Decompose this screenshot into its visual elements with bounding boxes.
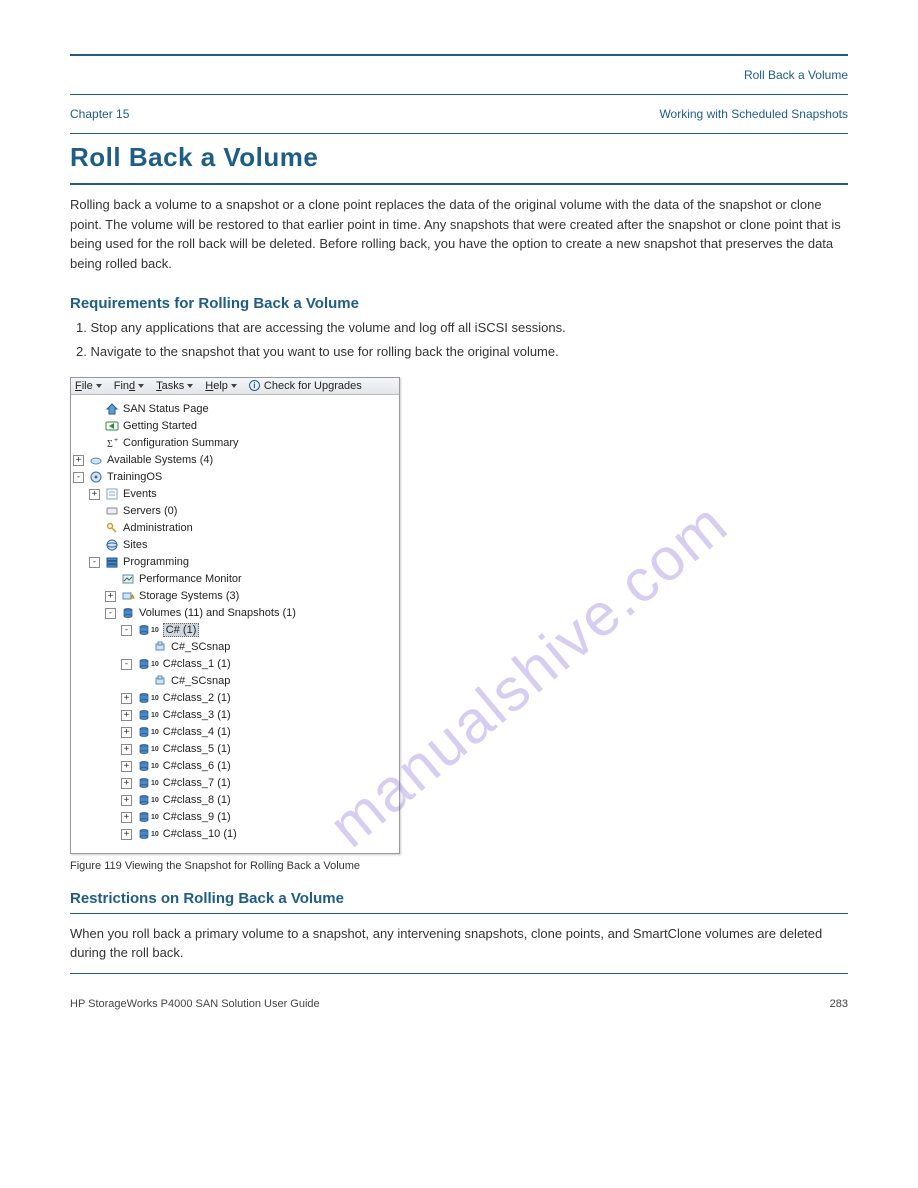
tree-vol-cc3[interactable]: C#class_3 (1): [163, 709, 231, 721]
tree-vol-cc1[interactable]: C#class_1 (1): [163, 658, 231, 670]
volume-icon: [137, 691, 151, 705]
rule-thin-1: [70, 94, 848, 95]
volume-icon: [137, 623, 151, 637]
rule-title: [70, 183, 848, 185]
expand-toggle[interactable]: +: [89, 489, 100, 500]
requirements-heading: Requirements for Rolling Back a Volume: [70, 295, 848, 312]
restrictions-body: When you roll back a primary volume to a…: [70, 924, 848, 963]
restrictions-heading: Restrictions on Rolling Back a Volume: [70, 890, 848, 907]
volume-icon: [121, 606, 135, 620]
expand-toggle[interactable]: +: [121, 812, 132, 823]
tree-programming[interactable]: Programming: [123, 556, 189, 568]
intro-paragraph: Rolling back a volume to a snapshot or a…: [70, 195, 848, 273]
svg-text:+: +: [114, 437, 118, 444]
tree-available-systems[interactable]: Available Systems (4): [107, 454, 213, 466]
expand-toggle[interactable]: +: [121, 761, 132, 772]
chapter-title: Working with Scheduled Snapshots: [659, 107, 848, 121]
tree-storage-systems[interactable]: Storage Systems (3): [139, 590, 239, 602]
storage-warning-icon: [121, 589, 135, 603]
menu-file[interactable]: FFileile: [75, 380, 102, 392]
expand-toggle[interactable]: +: [105, 591, 116, 602]
tree-vol-cc2[interactable]: C#class_2 (1): [163, 692, 231, 704]
tree-vol-cc7[interactable]: C#class_7 (1): [163, 777, 231, 789]
tree-snap-1[interactable]: C#_SCsnap: [171, 641, 230, 653]
volume-icon: [137, 793, 151, 807]
expand-toggle[interactable]: +: [121, 829, 132, 840]
sigma-icon: Σ+: [105, 436, 119, 450]
chapter-number: Chapter 15: [70, 107, 129, 121]
tree-servers[interactable]: Servers (0): [123, 505, 177, 517]
tree-vol-cc9[interactable]: C#class_9 (1): [163, 811, 231, 823]
rule-footer: [70, 973, 848, 974]
chart-icon: [121, 572, 135, 586]
page-container: Roll Back a Volume Chapter 15 Working wi…: [0, 0, 918, 1058]
running-head: Roll Back a Volume: [70, 62, 848, 88]
home-icon: [105, 402, 119, 416]
tree-vol-cc6[interactable]: C#class_6 (1): [163, 760, 231, 772]
menu-help[interactable]: Help: [205, 380, 237, 392]
volume-icon: [137, 657, 151, 671]
volume-icon: [137, 708, 151, 722]
expand-toggle[interactable]: -: [73, 472, 84, 483]
expand-toggle[interactable]: +: [121, 727, 132, 738]
stack-icon: [105, 555, 119, 569]
page-title: Roll Back a Volume: [70, 142, 848, 173]
menubar: FFileile Find Tasks Help iCheck for Upgr…: [71, 378, 399, 395]
tree-vol-cc5[interactable]: C#class_5 (1): [163, 743, 231, 755]
volume-icon: [137, 742, 151, 756]
globe-icon: [105, 538, 119, 552]
menu-check-upgrades[interactable]: iCheck for Upgrades: [249, 380, 362, 392]
tree-vol-cc8[interactable]: C#class_8 (1): [163, 794, 231, 806]
rule-lower: [70, 913, 848, 914]
volume-icon: [137, 810, 151, 824]
expand-toggle[interactable]: +: [121, 795, 132, 806]
menu-tasks[interactable]: Tasks: [156, 380, 193, 392]
tree-config-summary[interactable]: Configuration Summary: [123, 437, 239, 449]
servers-icon: [105, 504, 119, 518]
tree-san-status[interactable]: SAN Status Page: [123, 403, 209, 415]
tree-snap-2[interactable]: C#_SCsnap: [171, 675, 230, 687]
volume-icon: [137, 827, 151, 841]
tree-getting-started[interactable]: Getting Started: [123, 420, 197, 432]
tree-perf-monitor[interactable]: Performance Monitor: [139, 573, 242, 585]
expand-toggle[interactable]: -: [121, 625, 132, 636]
expand-toggle[interactable]: +: [121, 778, 132, 789]
tree-vol-cc4[interactable]: C#class_4 (1): [163, 726, 231, 738]
arrow-icon: [105, 419, 119, 433]
tree-vol-cc10[interactable]: C#class_10 (1): [163, 828, 237, 840]
tree-events[interactable]: Events: [123, 488, 157, 500]
snapshot-icon: [153, 640, 167, 654]
volume-icon: [137, 759, 151, 773]
events-icon: [105, 487, 119, 501]
network-icon: [89, 470, 103, 484]
expand-toggle[interactable]: +: [121, 693, 132, 704]
footer-doc-title: HP StorageWorks P4000 SAN Solution User …: [70, 998, 320, 1010]
expand-toggle[interactable]: +: [73, 455, 84, 466]
tree-trainingos[interactable]: TrainingOS: [107, 471, 162, 483]
rule-top: [70, 54, 848, 56]
step-1: 1. Stop any applications that are access…: [96, 318, 848, 339]
tree-volumes[interactable]: Volumes (11) and Snapshots (1): [139, 607, 296, 619]
svg-text:Σ: Σ: [107, 439, 113, 450]
figure-caption: Figure 119 Viewing the Snapshot for Roll…: [70, 860, 848, 872]
tree-vol-csharp[interactable]: C# (1): [163, 623, 200, 637]
expand-toggle[interactable]: -: [89, 557, 100, 568]
step-2: 2. Navigate to the snapshot that you wan…: [96, 342, 848, 363]
snapshot-icon: [153, 674, 167, 688]
app-panel: FFileile Find Tasks Help iCheck for Upgr…: [70, 377, 400, 854]
expand-toggle[interactable]: -: [121, 659, 132, 670]
key-icon: [105, 521, 119, 535]
expand-toggle[interactable]: +: [121, 744, 132, 755]
expand-toggle[interactable]: -: [105, 608, 116, 619]
volume-icon: [137, 776, 151, 790]
expand-toggle[interactable]: +: [121, 710, 132, 721]
nav-tree: . SAN Status Page . Getting Started . Σ+…: [71, 395, 399, 853]
volume-icon: [137, 725, 151, 739]
cloud-icon: [89, 453, 103, 467]
footer-page-num: 283: [830, 998, 848, 1010]
menu-find[interactable]: Find: [114, 380, 144, 392]
tree-admin[interactable]: Administration: [123, 522, 193, 534]
tree-sites[interactable]: Sites: [123, 539, 147, 551]
rule-thin-2: [70, 133, 848, 134]
